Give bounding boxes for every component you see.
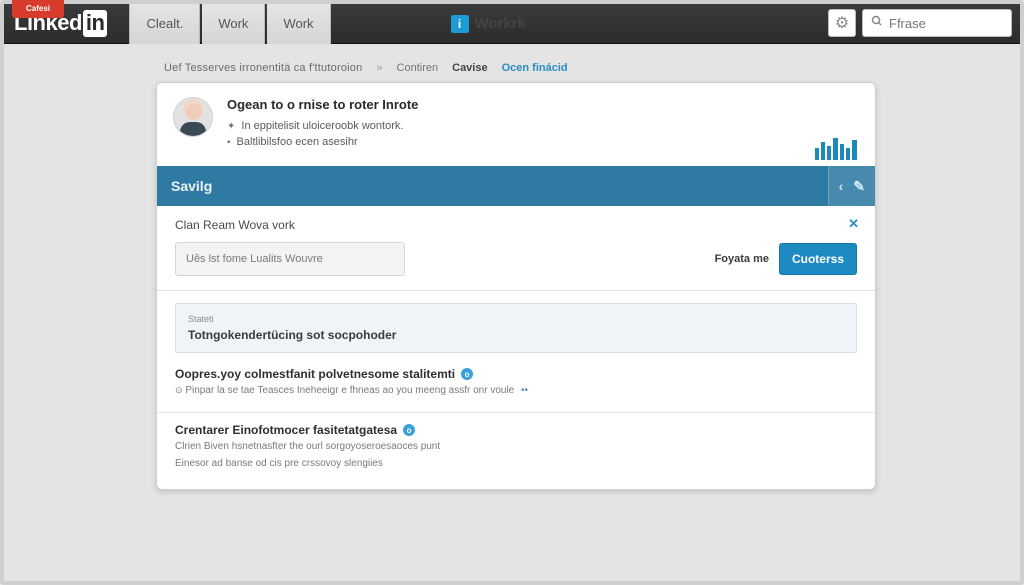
flat-box-label: Stateti (188, 314, 844, 324)
nav-item-1[interactable]: Clealt. (129, 4, 200, 44)
nav-item-2[interactable]: Work (202, 4, 265, 44)
section-option-2: Crentarer Einofotmocer fasitetatgatesa o… (157, 413, 875, 489)
section-clan: Clan Ream Wova vork ✕ Uês lst fome Luali… (157, 206, 875, 291)
pin-icon[interactable]: ✎ (853, 178, 865, 195)
search-icon (871, 14, 883, 32)
top-nav: Cafesi Linkedin Clealt. Work Work i Work… (4, 4, 1020, 44)
info-badge-icon: i (451, 15, 469, 33)
close-icon[interactable]: ✕ (848, 216, 859, 232)
note-icon: ▪ (227, 137, 231, 148)
card-sub-2: ▪ Baltlibilsfoo ecen asesihr (227, 136, 857, 148)
info-icon: o (461, 368, 473, 380)
blue-bar-label: Savilg (171, 178, 212, 194)
option-2-title: Crentarer Einofotmocer fasitetatgatesa o (175, 423, 857, 437)
card-sub-2-text: Baltlibilsfoo ecen asesihr (237, 136, 358, 148)
option-2[interactable]: Crentarer Einofotmocer fasitetatgatesa o… (175, 423, 857, 471)
blue-bar: Savilg ‹ ✎ (157, 166, 875, 206)
settings-button[interactable]: ⚙ (828, 9, 856, 37)
breadcrumb-contrin: Contiren (397, 62, 439, 74)
row-input: Uês lst fome Lualits Wouvre Foyata me Cu… (175, 242, 857, 276)
section-flat: Stateti Totngokendertücing sot socpohode… (157, 291, 875, 413)
card-sub-1: ✦ In eppitelisit uloiceroobk wontork. (227, 120, 857, 132)
info-icon: o (403, 424, 415, 436)
breadcrumb: Uef Tesserves irronentitä ca f'ttutoroio… (164, 62, 1020, 74)
breadcrumb-cavise: Cavise (452, 62, 487, 74)
chevron-left-icon[interactable]: ‹ (839, 178, 844, 194)
nav-item-3[interactable]: Work (267, 4, 330, 44)
breadcrumb-sep: » (376, 62, 382, 74)
more-icon[interactable]: •• (521, 385, 528, 396)
topbar-right: ⚙ (828, 9, 1012, 37)
option-2-title-text: Crentarer Einofotmocer fasitetatgatesa (175, 423, 397, 437)
search-box[interactable] (862, 9, 1012, 37)
option-1-title: Oopres.yoy colmestfanit polvetnesome sta… (175, 367, 857, 381)
breadcrumb-main: Uef Tesserves irronentitä ca f'ttutoroio… (164, 62, 362, 74)
row-label: Foyata me (715, 253, 769, 265)
avatar[interactable] (173, 97, 213, 137)
breadcrumb-link[interactable]: Ocen finácid (502, 62, 568, 74)
nav-work-highlight[interactable]: i Workrk (451, 15, 526, 33)
option-1[interactable]: Oopres.yoy colmestfanit polvetnesome sta… (175, 367, 857, 398)
flat-box-title: Totngokendertücing sot socpohoder (188, 328, 844, 342)
main-card: Ogean to o rnise to roter Inrote ✦ In ep… (156, 82, 876, 490)
blue-bar-controls: ‹ ✎ (828, 166, 875, 206)
option-2-desc-2: Einesor ad banse od cis pre crssovoy sle… (175, 457, 857, 471)
option-1-desc-text: Pinpar la se tae Teasces Ineheeigr e fhn… (185, 385, 514, 396)
nav-items: Clealt. Work Work (129, 4, 330, 44)
section-clan-title: Clan Ream Wova vork (175, 218, 857, 232)
option-1-desc: ⊙ Pinpar la se tae Teasces Ineheeigr e f… (175, 384, 857, 398)
gear-icon: ⚙ (835, 13, 849, 33)
search-input[interactable] (889, 16, 1003, 31)
clan-input[interactable]: Uês lst fome Lualits Wouvre (175, 242, 405, 276)
flat-box[interactable]: Stateti Totngokendertücing sot socpohode… (175, 303, 857, 353)
red-tab[interactable]: Cafesi (12, 0, 64, 18)
nav-work-label: Workrk (475, 15, 526, 32)
option-1-title-text: Oopres.yoy colmestfanit polvetnesome sta… (175, 367, 455, 381)
card-title: Ogean to o rnise to roter Inrote (227, 97, 857, 112)
primary-button[interactable]: Cuoterss (779, 243, 857, 275)
header-texts: Ogean to o rnise to roter Inrote ✦ In ep… (227, 97, 857, 152)
logo-in: in (83, 10, 108, 37)
option-2-desc-1: Clrien Biven hsnetnasfter the ourl sorgo… (175, 440, 857, 454)
card-header: Ogean to o rnise to roter Inrote ✦ In ep… (157, 83, 875, 166)
card-sub-1-text: In eppitelisit uloiceroobk wontork. (241, 120, 403, 132)
bolt-icon: ✦ (227, 121, 235, 132)
skyline-icon (815, 134, 859, 160)
